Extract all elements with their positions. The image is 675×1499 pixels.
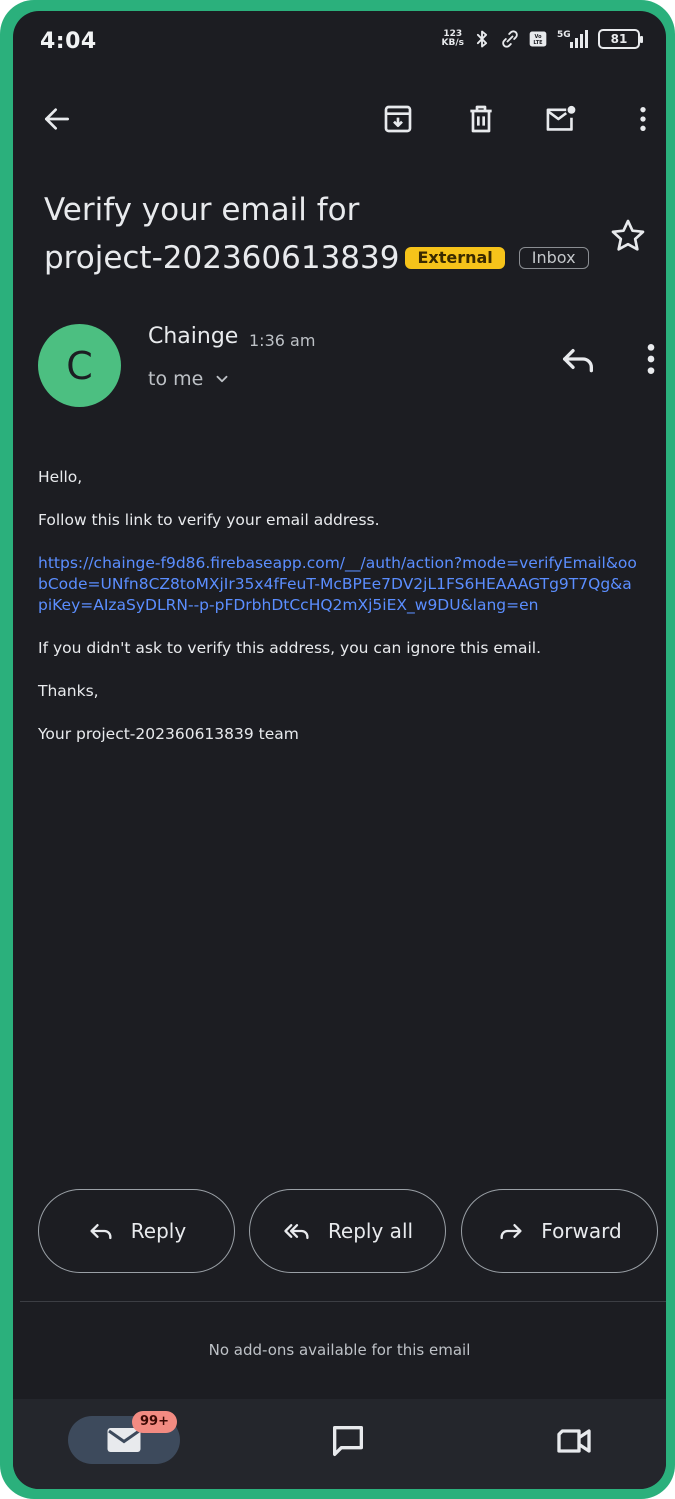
archive-button[interactable] — [376, 97, 420, 141]
sender-name[interactable]: Chainge — [148, 324, 238, 349]
email-screen: 4:04 123 KB/s Vo LTE 5G 81 Verify your e… — [13, 11, 666, 1489]
unread-count-badge: 99+ — [132, 1411, 177, 1433]
sent-time: 1:36 am — [249, 331, 316, 350]
reply-all-icon — [284, 1224, 309, 1240]
more-vert-icon — [640, 107, 646, 131]
star-button[interactable] — [608, 216, 648, 256]
status-bar: 4:04 123 KB/s Vo LTE 5G 81 — [13, 11, 666, 71]
archive-icon — [384, 105, 412, 133]
status-time: 4:04 — [40, 29, 97, 54]
back-arrow-icon — [45, 108, 69, 130]
delete-icon — [470, 105, 492, 133]
network-speed: 123 KB/s — [442, 30, 464, 48]
reply-all-button[interactable]: Reply all — [249, 1189, 446, 1273]
greeting: Hello, — [38, 468, 83, 486]
addons-message: No add-ons available for this email — [208, 1341, 471, 1359]
sender-avatar[interactable]: C — [38, 324, 121, 407]
reply-button[interactable]: Reply — [38, 1189, 235, 1273]
addons-divider — [20, 1301, 666, 1302]
device-frame: 4:04 123 KB/s Vo LTE 5G 81 Verify your e… — [0, 0, 675, 1499]
inbox-label[interactable]: Inbox — [518, 247, 589, 269]
nav-chat-tab[interactable] — [328, 1421, 368, 1461]
mark-unread-button[interactable] — [539, 97, 583, 141]
delete-button[interactable] — [459, 97, 503, 141]
verification-link[interactable]: https://chainge-f9d86.firebaseapp.com/__… — [38, 553, 638, 616]
more-vert-icon — [647, 344, 655, 374]
subject-line-2: project-202360613839 — [44, 240, 400, 276]
forward-button[interactable]: Forward — [461, 1189, 658, 1273]
link-icon — [502, 30, 518, 48]
email-body: Hello, Follow this link to verify your e… — [38, 467, 638, 767]
chevron-down-icon — [216, 375, 228, 383]
thanks-text: Thanks, — [38, 682, 99, 700]
video-camera-icon — [557, 1429, 591, 1453]
signature: Your project-202360613839 team — [38, 725, 299, 743]
status-icons: 123 KB/s Vo LTE 5G 81 — [442, 28, 643, 50]
back-button[interactable] — [35, 97, 79, 141]
reply-label: Reply — [130, 1219, 187, 1243]
subject-line-1: Verify your email for — [44, 192, 360, 228]
reply-icon — [563, 349, 593, 373]
star-outline-icon — [611, 219, 645, 251]
quick-reply-button[interactable] — [558, 339, 598, 379]
forward-label: Forward — [541, 1219, 622, 1243]
nav-meet-tab[interactable] — [554, 1421, 594, 1461]
svg-text:LTE: LTE — [533, 40, 543, 46]
ignore-note: If you didn't ask to verify this address… — [38, 639, 542, 657]
speed-unit: KB/s — [441, 38, 464, 48]
chat-icon — [333, 1426, 363, 1456]
reply-icon — [90, 1224, 112, 1240]
email-subject: Verify your email for project-2023606138… — [44, 186, 604, 282]
mark-unread-icon — [546, 105, 576, 131]
instruction-text: Follow this link to verify your email ad… — [38, 511, 380, 529]
volte-icon: VoLTE — [529, 31, 547, 47]
signal-5g-icon: 5G — [557, 30, 588, 48]
forward-icon — [500, 1224, 522, 1240]
subject-line-2-row: project-202360613839 External Inbox — [44, 234, 604, 282]
recipient-label: to me — [148, 368, 204, 390]
more-options-button[interactable] — [621, 97, 665, 141]
bluetooth-icon — [476, 30, 488, 48]
external-label: External — [405, 247, 505, 269]
message-more-button[interactable] — [631, 339, 666, 379]
bottom-navigation: 99+ — [13, 1399, 666, 1489]
reply-actions: Reply Reply all Forward — [38, 1189, 666, 1273]
reply-all-label: Reply all — [327, 1219, 414, 1243]
svg-text:5G: 5G — [557, 30, 571, 40]
battery-indicator: 81 — [598, 29, 643, 49]
recipient-details-toggle[interactable]: to me — [148, 368, 231, 390]
email-toolbar — [13, 89, 666, 149]
